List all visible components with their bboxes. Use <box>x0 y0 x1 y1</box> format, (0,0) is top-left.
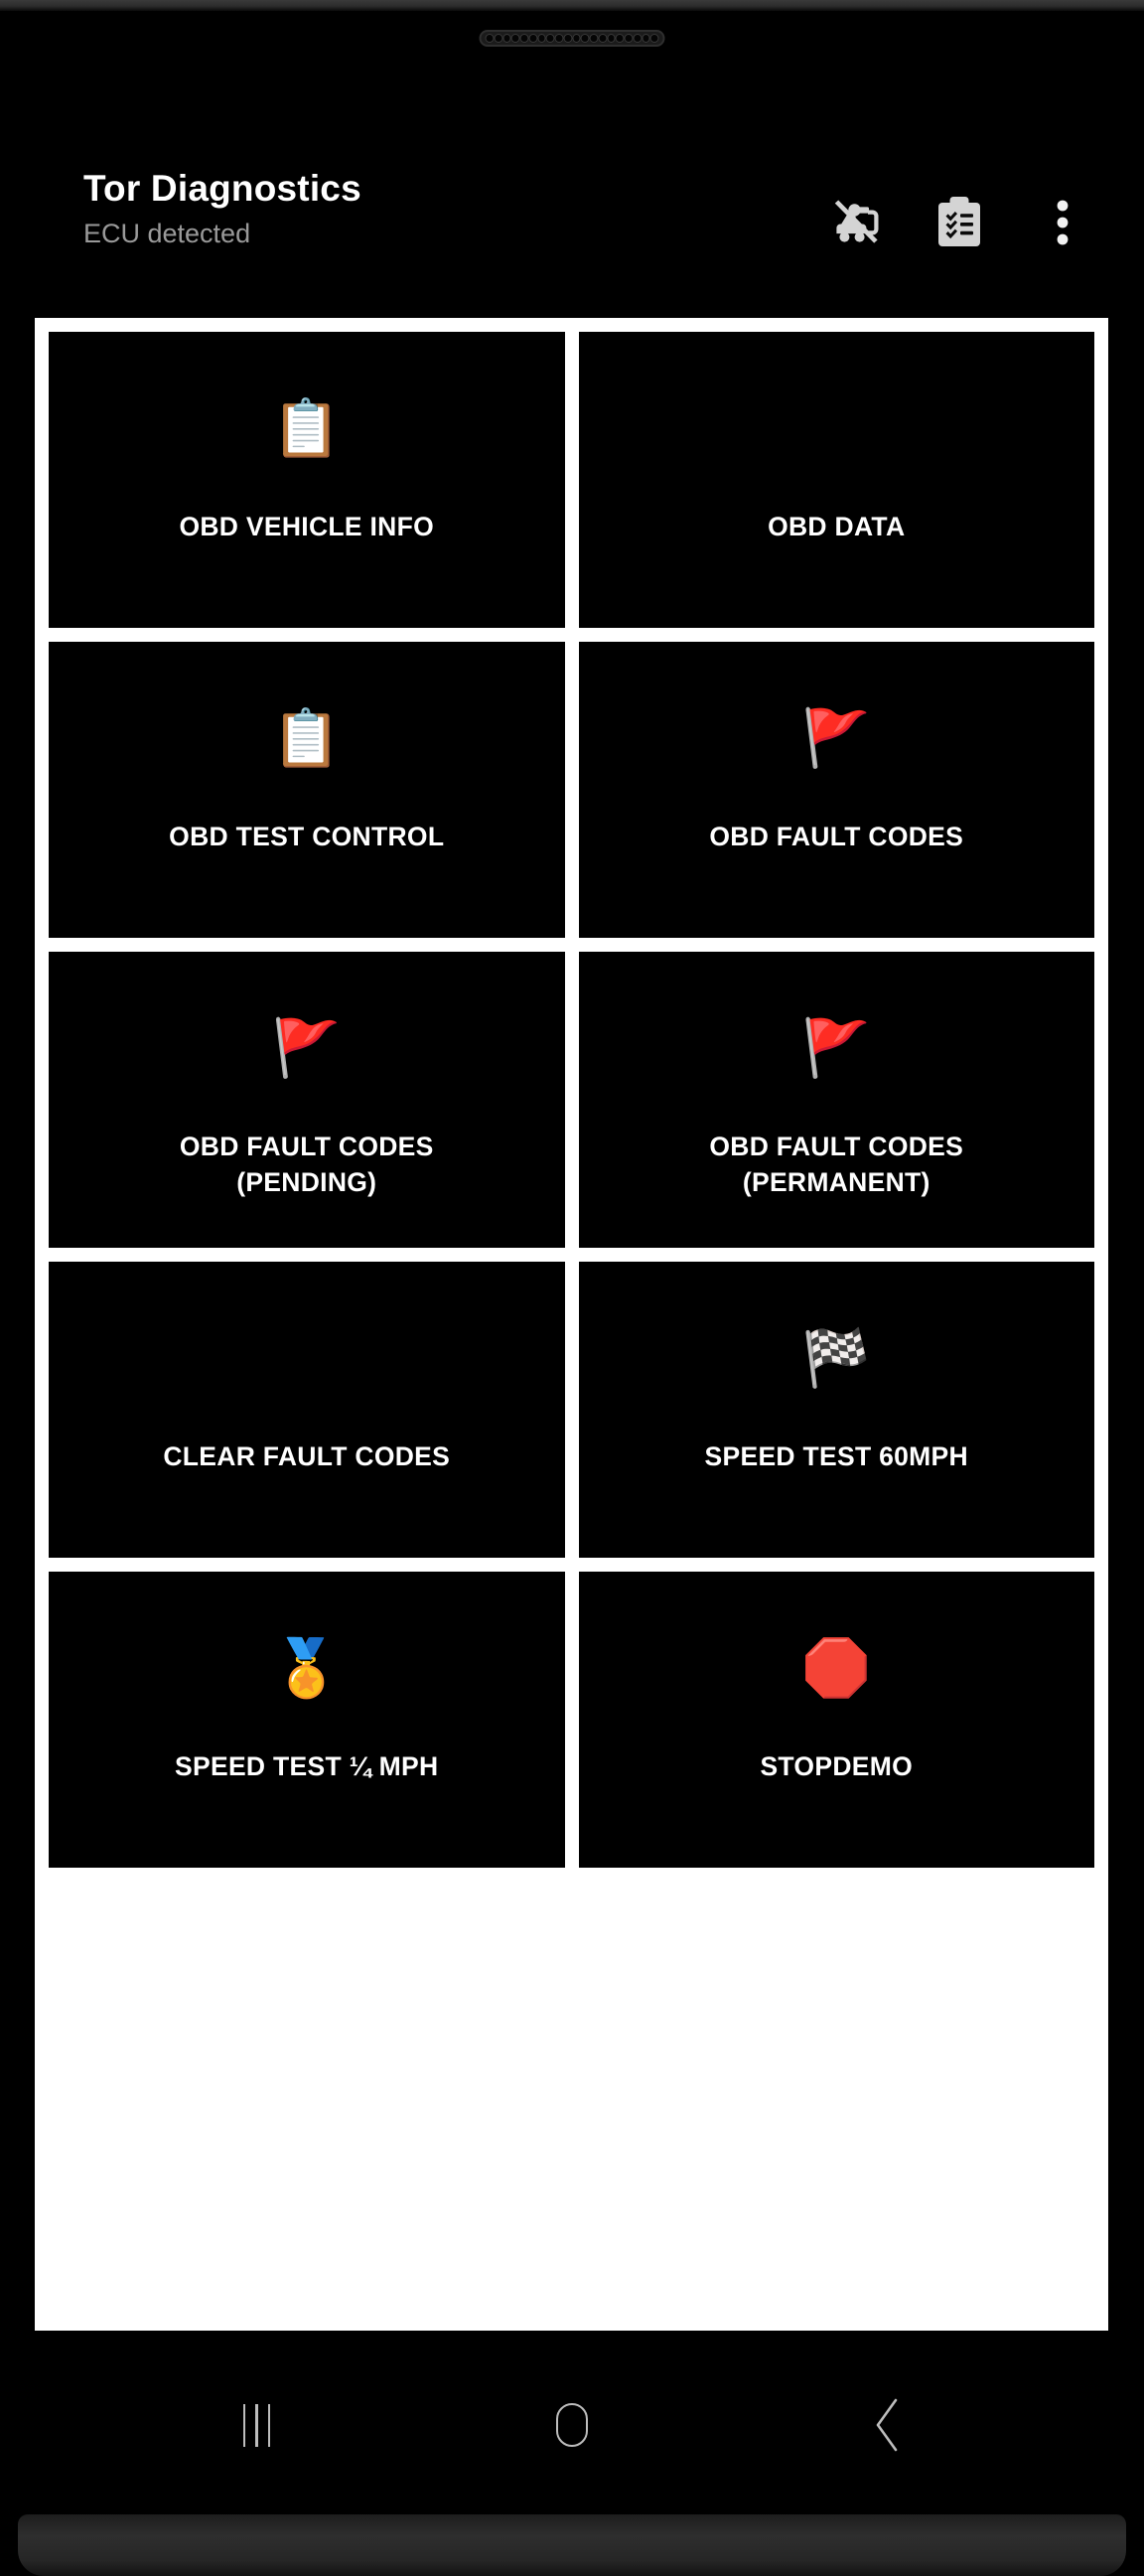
tile-label: OBD TEST CONTROL <box>169 822 445 851</box>
recents-icon <box>242 2403 271 2447</box>
stop-sign-icon: 🛑 <box>801 1636 872 1701</box>
tile-label: OBD FAULT CODES (PERMANENT) <box>709 1132 964 1197</box>
main-content-panel: 📋 OBD VEHICLE INFO 🛠 OBD DATA 📋 OBD TEST CONT… <box>35 318 1108 2331</box>
tile-speed-test-quarter-mph[interactable]: 🏅 SPEED TEST ¼ MPH <box>49 1572 565 1868</box>
clipboard-vehicle-icon: 📋 <box>271 396 342 461</box>
person-with-flag-icon: 🚩 <box>271 1016 342 1081</box>
device-bottom-bezel <box>18 2514 1126 2576</box>
tile-label: SPEED TEST ¼ MPH <box>175 1751 439 1781</box>
app-bar-actions <box>826 193 1092 252</box>
tile-stop-demo[interactable]: 🛑 STOPDEMO <box>578 1572 1094 1868</box>
tile-label: STOPDEMO <box>760 1751 914 1781</box>
tile-clear-fault-codes[interactable]: 🗑 CLEAR FAULT CODES <box>49 1262 565 1558</box>
tile-label: OBD FAULT CODES <box>709 822 964 851</box>
nav-back-button[interactable] <box>827 2365 946 2485</box>
speed-badge-icon: 🏅 <box>271 1636 342 1701</box>
clipboard-checklist-icon[interactable] <box>930 193 989 252</box>
tile-obd-fault-codes-pending[interactable]: 🚩 OBD FAULT CODES (PENDING) <box>49 952 565 1248</box>
device-top-bezel <box>0 0 1144 11</box>
obd-disconnect-icon[interactable] <box>826 193 886 252</box>
tile-label: SPEED TEST 60MPH <box>704 1441 968 1471</box>
clipboard-test-icon: 📋 <box>271 706 342 771</box>
tile-label: CLEAR FAULT CODES <box>163 1441 451 1471</box>
app-bar: Tor Diagnostics ECU detected <box>0 167 1144 296</box>
home-icon <box>555 2403 588 2447</box>
tile-label: OBD DATA <box>768 512 906 541</box>
person-with-flag-icon: 🚩 <box>801 706 872 771</box>
person-with-flag-icon: 🚩 <box>801 1016 872 1081</box>
overflow-menu-icon[interactable] <box>1033 193 1092 252</box>
app-bar-title-block: Tor Diagnostics ECU detected <box>83 167 361 252</box>
chevron-left-icon <box>877 2398 898 2452</box>
check-engine-light-icon: 🛠 <box>800 396 872 461</box>
page-title: Tor Diagnostics <box>83 168 361 209</box>
nav-recents-button[interactable] <box>198 2365 317 2485</box>
system-navigation-bar <box>0 2336 1144 2514</box>
tile-obd-fault-codes-permanent[interactable]: 🚩 OBD FAULT CODES (PERMANENT) <box>578 952 1094 1248</box>
tile-obd-vehicle-info[interactable]: 📋 OBD VEHICLE INFO <box>49 332 565 628</box>
tile-speed-test-60mph[interactable]: 🏁 SPEED TEST 60MPH <box>578 1262 1094 1558</box>
tile-obd-fault-codes[interactable]: 🚩 OBD FAULT CODES <box>578 642 1094 938</box>
diagnostics-tile-grid: 📋 OBD VEHICLE INFO 🛠 OBD DATA 📋 OBD TEST CONT… <box>49 332 1094 1868</box>
tile-obd-data[interactable]: 🛠 OBD DATA <box>578 332 1094 628</box>
trash-delete-icon: 🗑 <box>271 1326 343 1391</box>
nav-home-button[interactable] <box>512 2365 632 2485</box>
tile-label: OBD FAULT CODES (PENDING) <box>179 1132 434 1197</box>
tile-obd-test-control[interactable]: 📋 OBD TEST CONTROL <box>49 642 565 938</box>
racing-flag-icon: 🏁 <box>801 1326 872 1391</box>
connection-status-text: ECU detected <box>83 219 251 248</box>
phone-mockup: Tor Diagnostics ECU detected 📋 OBD VEHIC… <box>0 0 1144 2576</box>
earpiece-speaker-grille <box>479 30 665 47</box>
tile-label: OBD VEHICLE INFO <box>179 512 435 541</box>
